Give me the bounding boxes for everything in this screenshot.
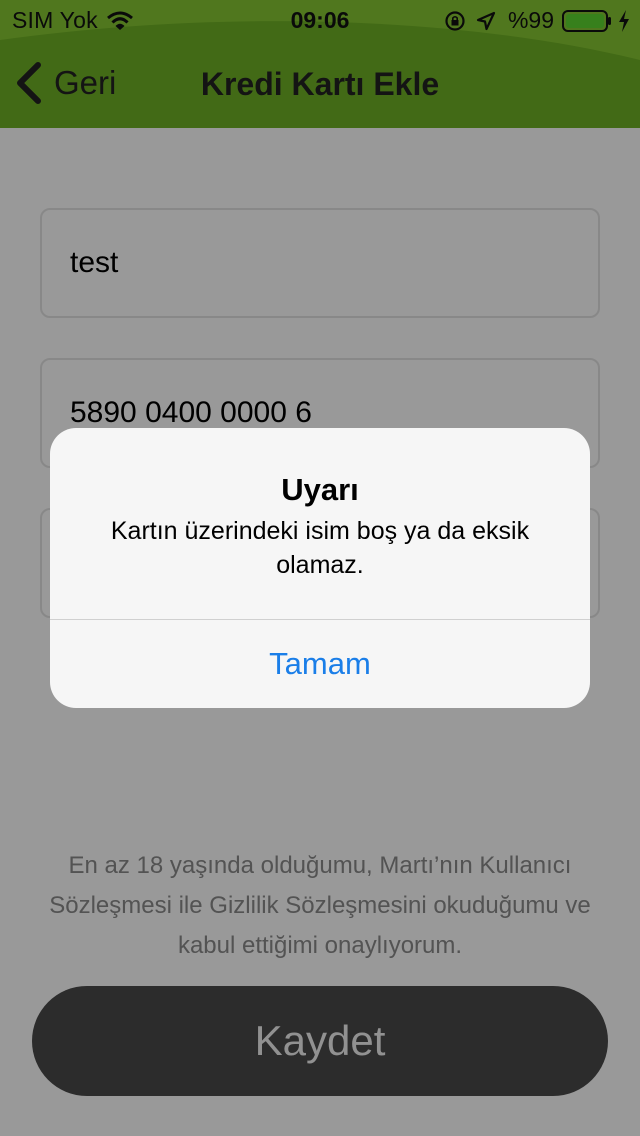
- alert-dialog: Uyarı Kartın üzerindeki isim boş ya da e…: [50, 428, 590, 708]
- alert-message: Kartın üzerindeki isim boş ya da eksik o…: [110, 517, 530, 579]
- alert-ok-button[interactable]: Tamam: [50, 620, 590, 708]
- alert-title: Uyarı: [281, 472, 359, 507]
